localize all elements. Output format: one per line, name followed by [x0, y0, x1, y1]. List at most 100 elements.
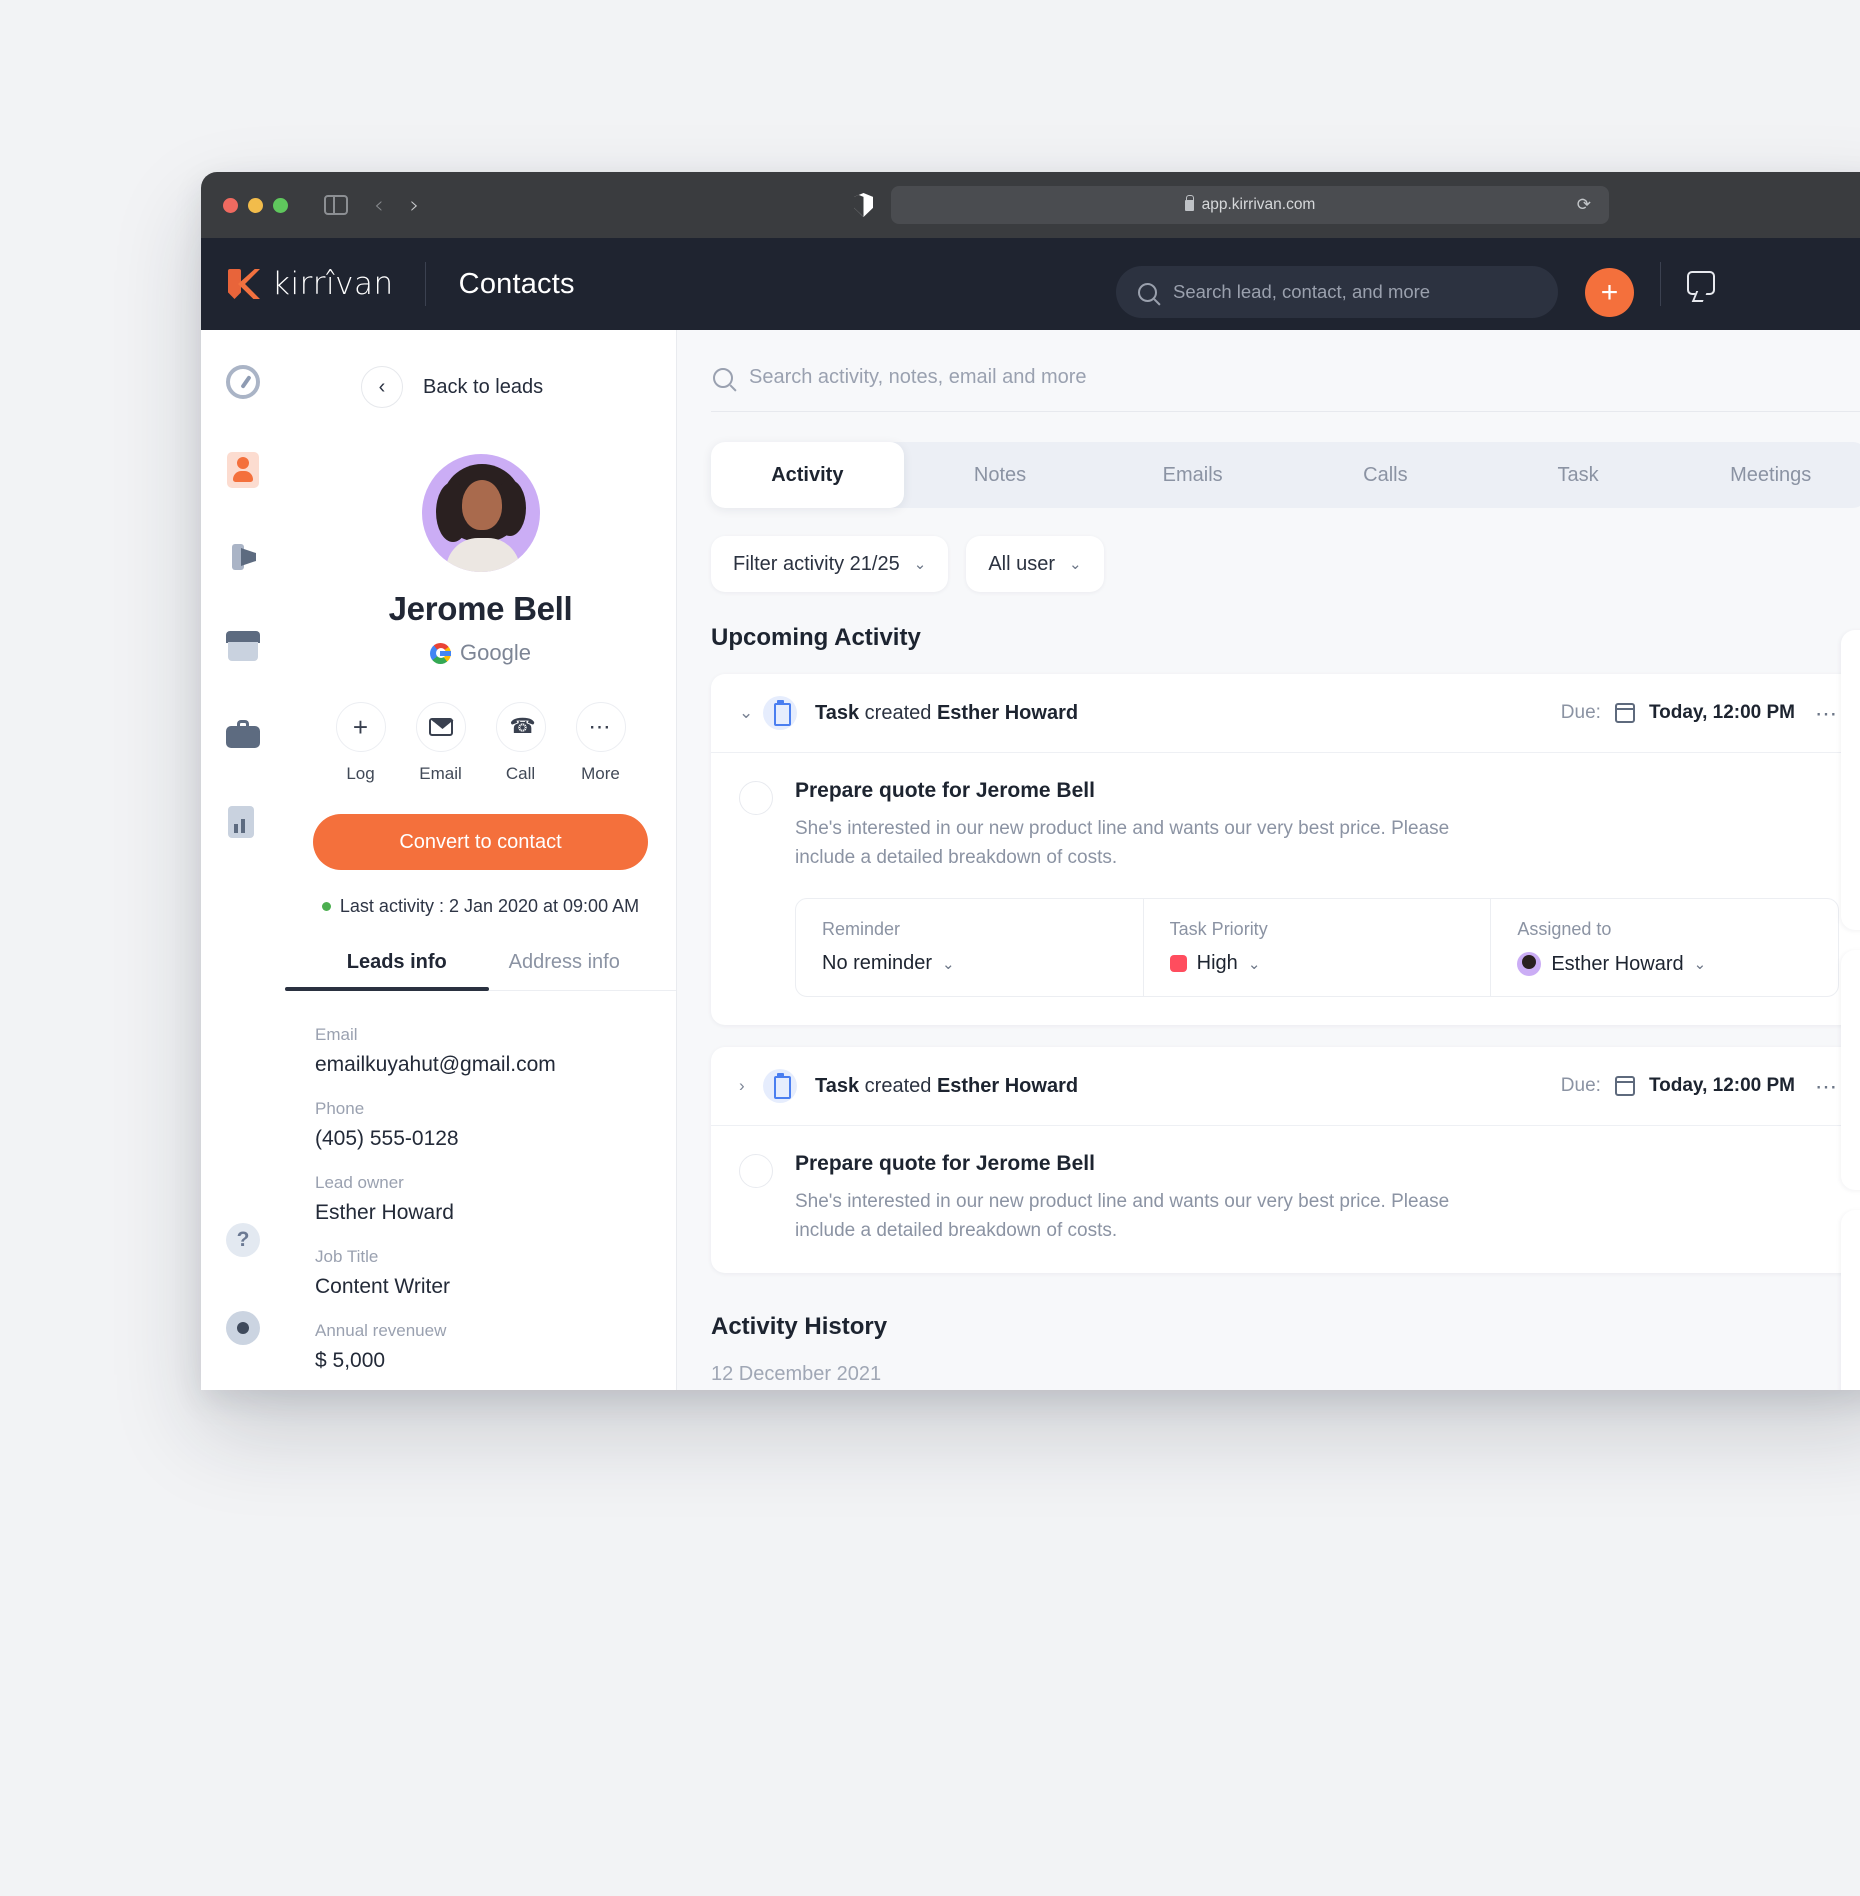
ellipsis-icon[interactable]: ⋯: [1809, 702, 1839, 724]
side-panel-card[interactable]: [1841, 950, 1860, 1190]
activity-type: Task: [815, 1074, 860, 1097]
nav-rail: ?: [201, 330, 285, 1390]
browser-window: ‹ › app.kirrivan.com ⟳ kirrîvan Contacts…: [201, 172, 1860, 1390]
calendar-icon: [1614, 703, 1635, 723]
tab-meetings[interactable]: Meetings: [1674, 442, 1860, 508]
filter-activity-dropdown[interactable]: Filter activity 21/25 ⌄: [711, 536, 949, 592]
task-description: She's interested in our new product line…: [795, 818, 1450, 868]
maximize-window-button[interactable]: [273, 197, 288, 213]
app-logo[interactable]: kirrîvan: [228, 266, 394, 302]
chevron-down-icon[interactable]: ⌄: [942, 955, 955, 973]
tab-calls[interactable]: Calls: [1289, 442, 1482, 508]
calendar-icon: [1614, 1076, 1635, 1096]
url-bar[interactable]: app.kirrivan.com ⟳: [891, 186, 1609, 224]
ellipsis-icon: ⋯: [575, 702, 626, 752]
field-label: Phone: [315, 1099, 365, 1118]
tab-leads-info[interactable]: Leads info: [285, 951, 488, 991]
contacts-icon: [227, 452, 259, 488]
sidebar-item-contacts[interactable]: [221, 448, 265, 492]
activity-card-header[interactable]: › Task created Esther Howard Due: Today,…: [711, 1047, 1860, 1126]
tab-notes[interactable]: Notes: [904, 442, 1097, 508]
chat-icon[interactable]: [1687, 271, 1715, 295]
sidebar-item-campaigns[interactable]: [221, 536, 265, 580]
chevron-down-icon[interactable]: ⌄: [1694, 955, 1707, 973]
convert-to-contact-button[interactable]: Convert to contact: [313, 814, 648, 870]
close-window-button[interactable]: [223, 197, 238, 213]
chevron-down-icon: ⌄: [1069, 556, 1082, 573]
field-value[interactable]: emailkuyahut@gmail.com: [315, 1053, 646, 1077]
field-lead-owner: Lead owner Esther Howard: [315, 1173, 646, 1225]
sidebar-item-dashboard[interactable]: [221, 360, 265, 404]
logo-text: kirrîvan: [272, 266, 394, 302]
email-action[interactable]: Email: [410, 702, 472, 784]
side-panel-card[interactable]: [1841, 1210, 1860, 1390]
field-value[interactable]: (405) 555-0128: [315, 1127, 646, 1151]
avatar: [421, 454, 540, 572]
side-panel-text: [1841, 1210, 1860, 1251]
activity-card-body: Prepare quote for Jerome Bell She's inte…: [711, 753, 1860, 1025]
back-to-leads-button[interactable]: ‹ Back to leads: [285, 330, 676, 408]
megaphone-icon: [228, 542, 258, 574]
back-navigation-icon[interactable]: ‹: [374, 193, 384, 217]
more-action[interactable]: ⋯ More: [570, 702, 632, 784]
activity-user: Esther Howard: [936, 701, 1079, 724]
header-divider-2: [1660, 262, 1661, 306]
meta-assigned-to[interactable]: Assigned to Esther Howard ⌄: [1491, 899, 1838, 996]
call-action[interactable]: ☎ Call: [490, 702, 552, 784]
field-value[interactable]: Esther Howard: [315, 1201, 646, 1225]
activity-search-placeholder: Search activity, notes, email and more: [749, 366, 1087, 388]
chevron-down-icon[interactable]: ⌄: [739, 703, 763, 723]
field-value[interactable]: Content Writer: [315, 1275, 646, 1299]
activity-card-header[interactable]: ⌄ Task created Esther Howard Due: Today,…: [711, 674, 1860, 753]
minimize-window-button[interactable]: [248, 197, 263, 213]
tab-activity[interactable]: Activity: [711, 442, 904, 508]
sidebar-toggle-icon[interactable]: [324, 195, 348, 215]
chevron-left-icon: ‹: [361, 366, 403, 408]
assignee-value: Esther Howard: [1551, 952, 1684, 975]
reload-icon[interactable]: ⟳: [1577, 195, 1591, 215]
activity-search-input[interactable]: Search activity, notes, email and more: [677, 330, 1860, 389]
sidebar-item-store[interactable]: [221, 624, 265, 668]
meta-value-row: Esther Howard ⌄: [1517, 952, 1812, 976]
meta-label: Reminder: [822, 919, 901, 939]
task-checkbox[interactable]: [739, 781, 773, 815]
forward-navigation-icon[interactable]: ›: [410, 193, 420, 217]
field-value[interactable]: $ 5,000: [315, 1349, 646, 1373]
search-icon: [1138, 282, 1157, 302]
due-date: Today, 12:00 PM: [1648, 702, 1795, 723]
back-to-leads-label: Back to leads: [423, 375, 544, 398]
email-label: Email: [419, 764, 462, 783]
tab-task[interactable]: Task: [1482, 442, 1675, 508]
shield-icon[interactable]: [854, 193, 873, 217]
global-search-placeholder: Search lead, contact, and more: [1173, 281, 1431, 302]
meta-task-priority[interactable]: Task Priority High ⌄: [1144, 899, 1492, 996]
side-panel-card[interactable]: [1841, 630, 1860, 930]
global-search-input[interactable]: Search lead, contact, and more: [1116, 266, 1558, 318]
sidebar-item-settings[interactable]: [221, 1306, 265, 1350]
activity-card-body: Prepare quote for Jerome Bell She's inte…: [711, 1126, 1860, 1273]
tab-emails[interactable]: Emails: [1096, 442, 1289, 508]
reminder-value: No reminder: [822, 952, 933, 974]
log-action[interactable]: + Log: [330, 702, 392, 784]
chevron-right-icon[interactable]: ›: [739, 1076, 763, 1096]
add-button[interactable]: +: [1585, 268, 1634, 317]
report-icon: [228, 806, 258, 838]
chevron-down-icon[interactable]: ⌄: [1248, 955, 1261, 973]
sidebar-item-deals[interactable]: [221, 712, 265, 756]
sidebar-item-reports[interactable]: [221, 800, 265, 844]
activity-card: › Task created Esther Howard Due: Today,…: [711, 1047, 1860, 1273]
google-icon: [430, 642, 452, 664]
field-phone: Phone (405) 555-0128: [315, 1099, 646, 1151]
activity-card: ⌄ Task created Esther Howard Due: Today,…: [711, 674, 1860, 1025]
sidebar-item-help[interactable]: ?: [221, 1218, 265, 1262]
filter-user-dropdown[interactable]: All user ⌄: [966, 536, 1104, 592]
tab-address-info[interactable]: Address info: [481, 951, 649, 990]
priority-swatch-icon: [1169, 955, 1187, 972]
meta-reminder[interactable]: Reminder No reminder ⌄: [796, 899, 1144, 996]
field-label: Lead owner: [315, 1173, 404, 1192]
activity-user: Esther Howard: [936, 1074, 1079, 1097]
task-checkbox[interactable]: [739, 1154, 773, 1188]
app-header: kirrîvan Contacts Search lead, contact, …: [201, 238, 1860, 330]
window-controls[interactable]: [223, 197, 288, 213]
ellipsis-icon[interactable]: ⋯: [1809, 1075, 1839, 1097]
